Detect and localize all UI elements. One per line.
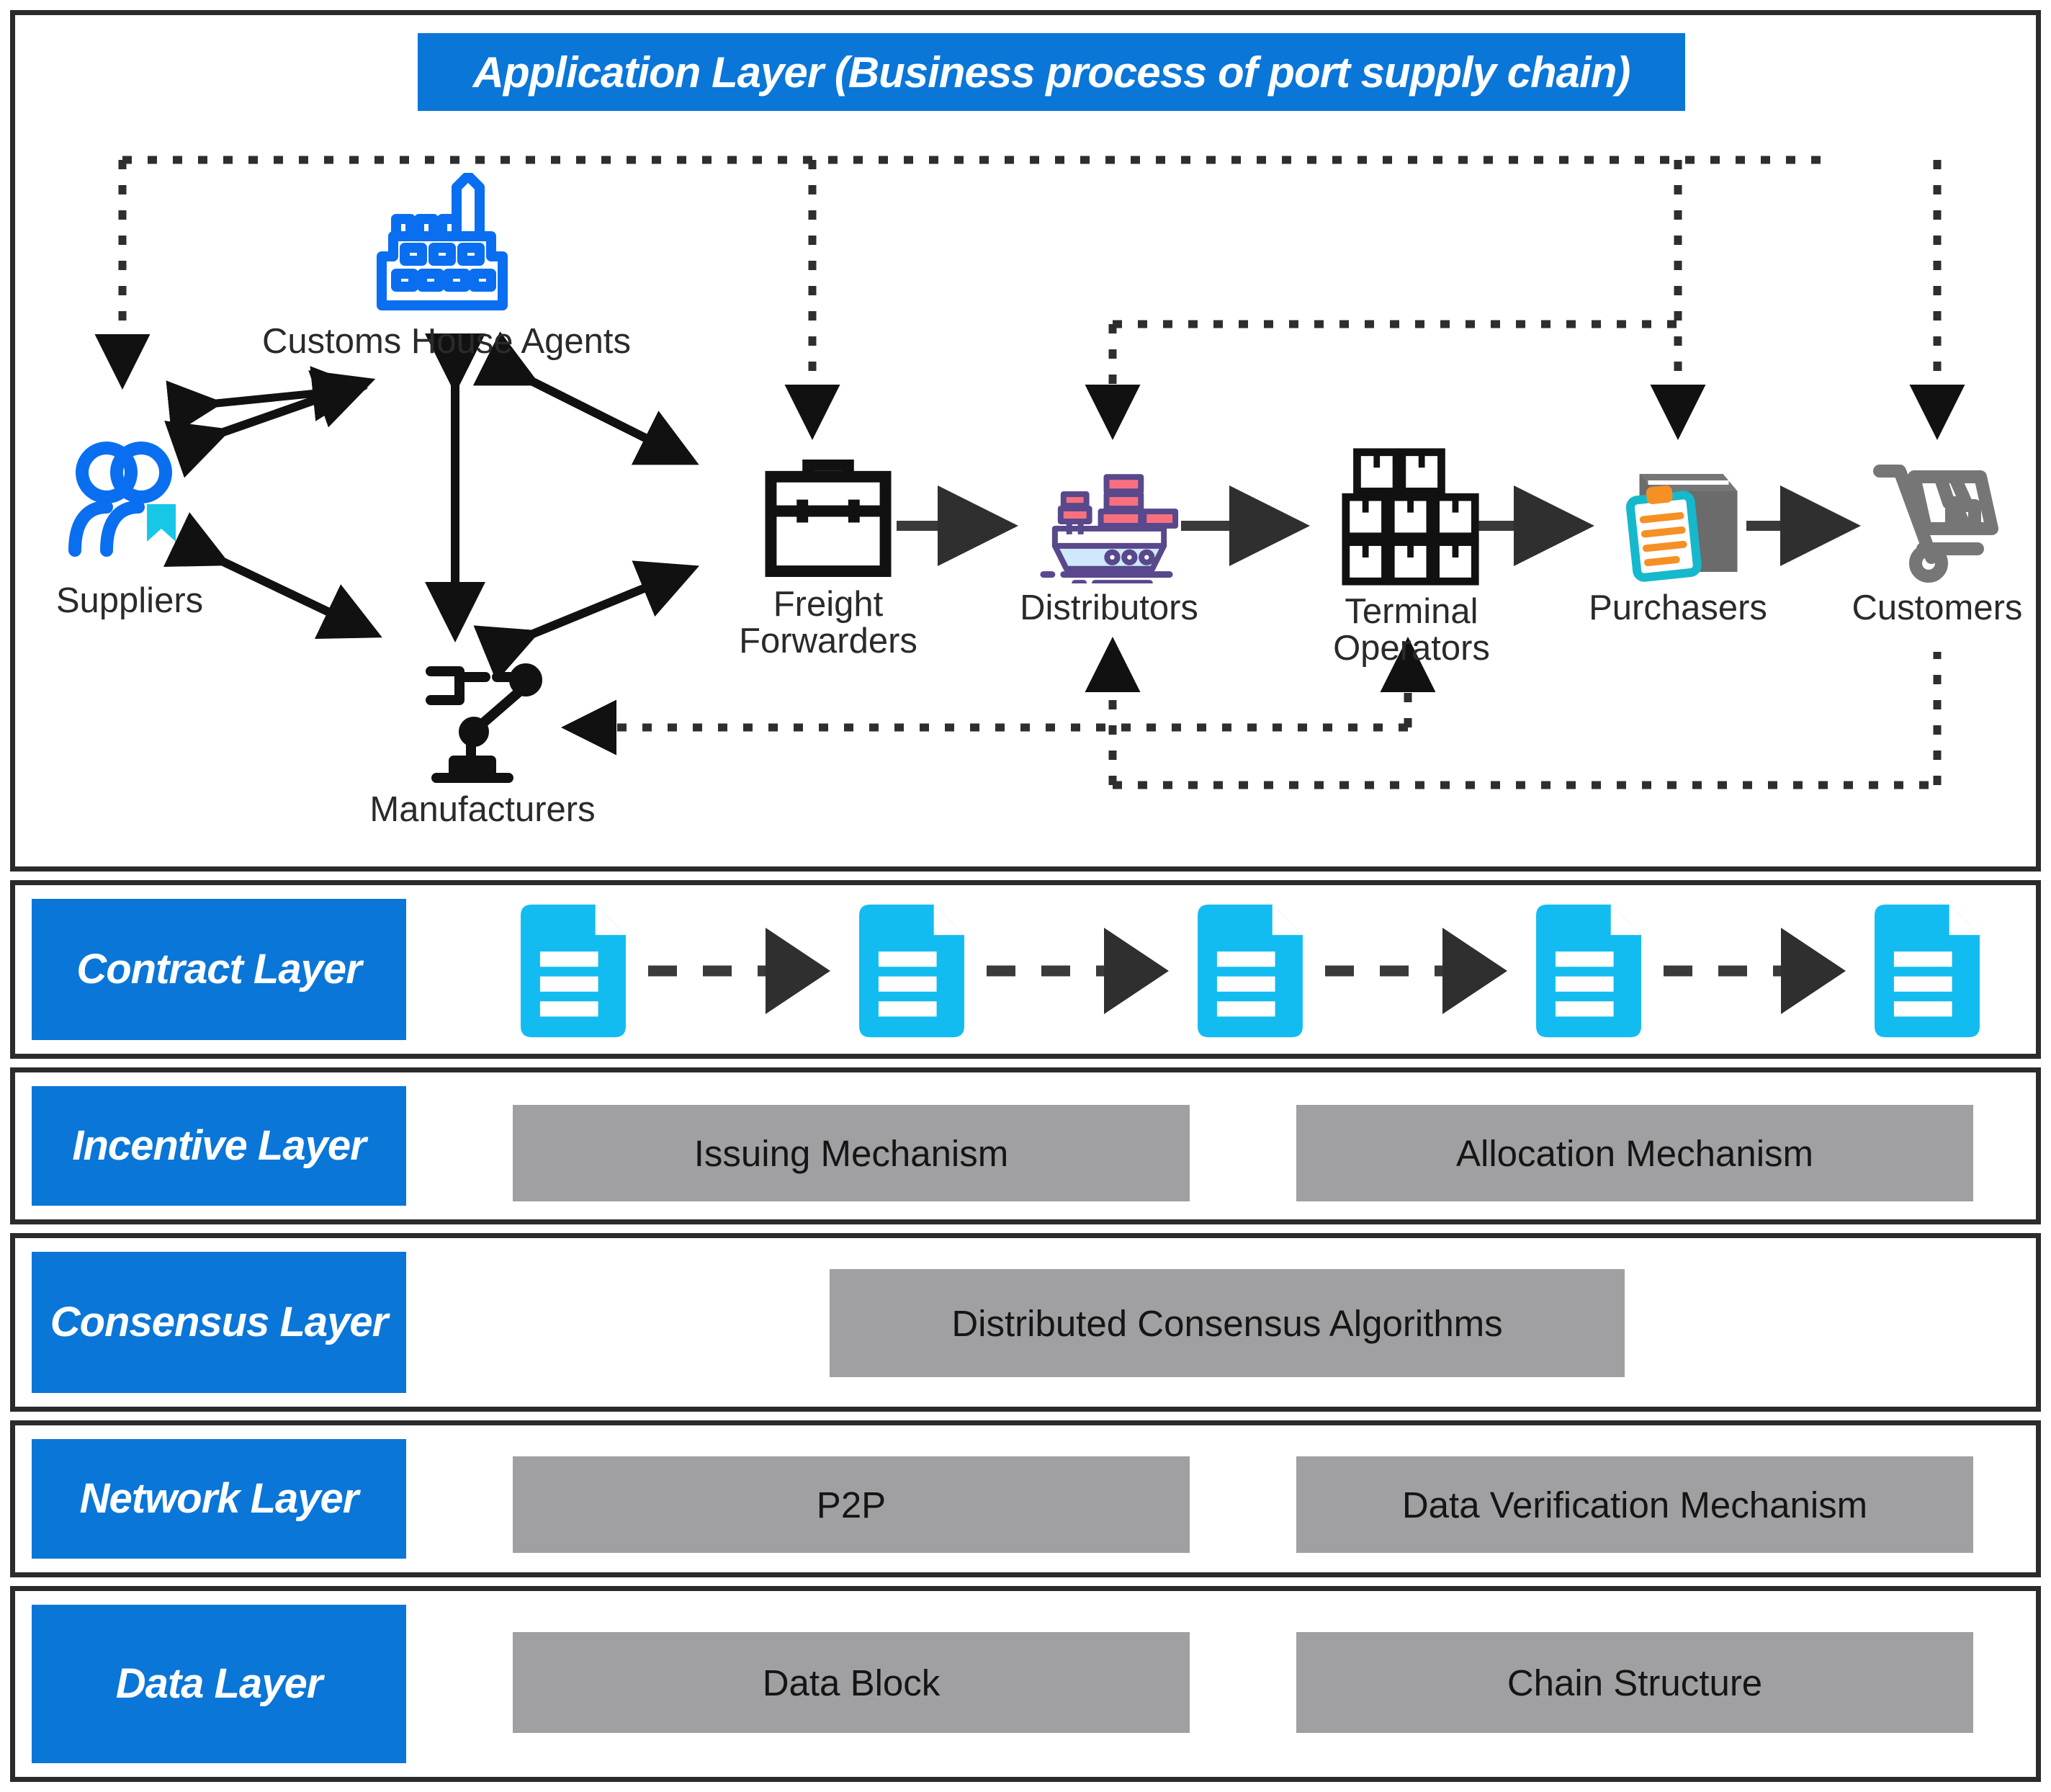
- factory-icon: [364, 171, 529, 321]
- document-icon: [1520, 904, 1658, 1043]
- incentive-layer-label: Incentive Layer: [32, 1086, 406, 1206]
- node-customers[interactable]: Customers: [1829, 454, 2045, 627]
- node-label-suppliers: Suppliers: [55, 581, 204, 620]
- contract-document-4[interactable]: [1520, 902, 1658, 1040]
- consensus-layer-label: Consensus Layer: [32, 1252, 406, 1393]
- document-icon: [504, 904, 642, 1043]
- document-icon: [1181, 904, 1319, 1043]
- contract-document-5[interactable]: [1858, 902, 1996, 1040]
- node-suppliers[interactable]: Suppliers: [22, 432, 238, 619]
- data-box-chain-structure[interactable]: Chain Structure: [1296, 1632, 1973, 1733]
- node-freight-forwarders[interactable]: Freight Forwarders: [720, 454, 936, 660]
- diagram-root: Application Layer (Business process of p…: [0, 0, 2051, 1792]
- briefcase-icon: [756, 454, 900, 583]
- consensus-box-algorithms[interactable]: Distributed Consensus Algorithms: [830, 1269, 1625, 1377]
- node-distributors[interactable]: Distributors: [987, 454, 1231, 627]
- contract-document-1[interactable]: [504, 902, 642, 1040]
- node-label-freight-forwarders: Freight Forwarders: [739, 585, 917, 660]
- document-icon: [1858, 904, 1996, 1043]
- cargo-ship-icon: [1032, 454, 1187, 587]
- contract-document-3[interactable]: [1181, 902, 1319, 1040]
- node-label-terminal-operators: Terminal Operators: [1333, 592, 1490, 668]
- incentive-box-allocation[interactable]: Allocation Mechanism: [1296, 1105, 1973, 1201]
- node-label-customs-house-agents: Customs House Agents: [261, 322, 632, 361]
- node-label-customers: Customers: [1852, 588, 2023, 627]
- node-label-manufacturers: Manufacturers: [369, 790, 596, 829]
- network-layer-label: Network Layer: [32, 1439, 406, 1559]
- network-box-p2p[interactable]: P2P: [513, 1456, 1190, 1553]
- box-clipboard-icon: [1605, 454, 1752, 587]
- robot-arm-icon: [407, 648, 558, 789]
- node-manufacturers[interactable]: Manufacturers: [302, 648, 663, 828]
- incentive-box-issuing[interactable]: Issuing Mechanism: [513, 1105, 1190, 1201]
- application-layer-title: Application Layer (Business process of p…: [418, 33, 1685, 111]
- data-layer-label: Data Layer: [32, 1605, 406, 1763]
- document-icon: [843, 904, 981, 1043]
- node-label-distributors: Distributors: [1020, 588, 1198, 627]
- node-customs-house-agents[interactable]: Customs House Agents: [230, 171, 663, 361]
- node-label-purchasers: Purchasers: [1589, 588, 1767, 627]
- network-box-data-verification[interactable]: Data Verification Mechanism: [1296, 1456, 1973, 1553]
- hand-truck-icon: [1865, 454, 2009, 587]
- stacked-boxes-icon: [1334, 447, 1489, 591]
- data-box-data-block[interactable]: Data Block: [513, 1632, 1190, 1733]
- node-terminal-operators[interactable]: Terminal Operators: [1296, 447, 1527, 667]
- node-purchasers[interactable]: Purchasers: [1570, 454, 1786, 627]
- contract-document-2[interactable]: [843, 902, 981, 1040]
- contract-layer-label: Contract Layer: [32, 899, 406, 1040]
- two-people-icon: [54, 432, 205, 580]
